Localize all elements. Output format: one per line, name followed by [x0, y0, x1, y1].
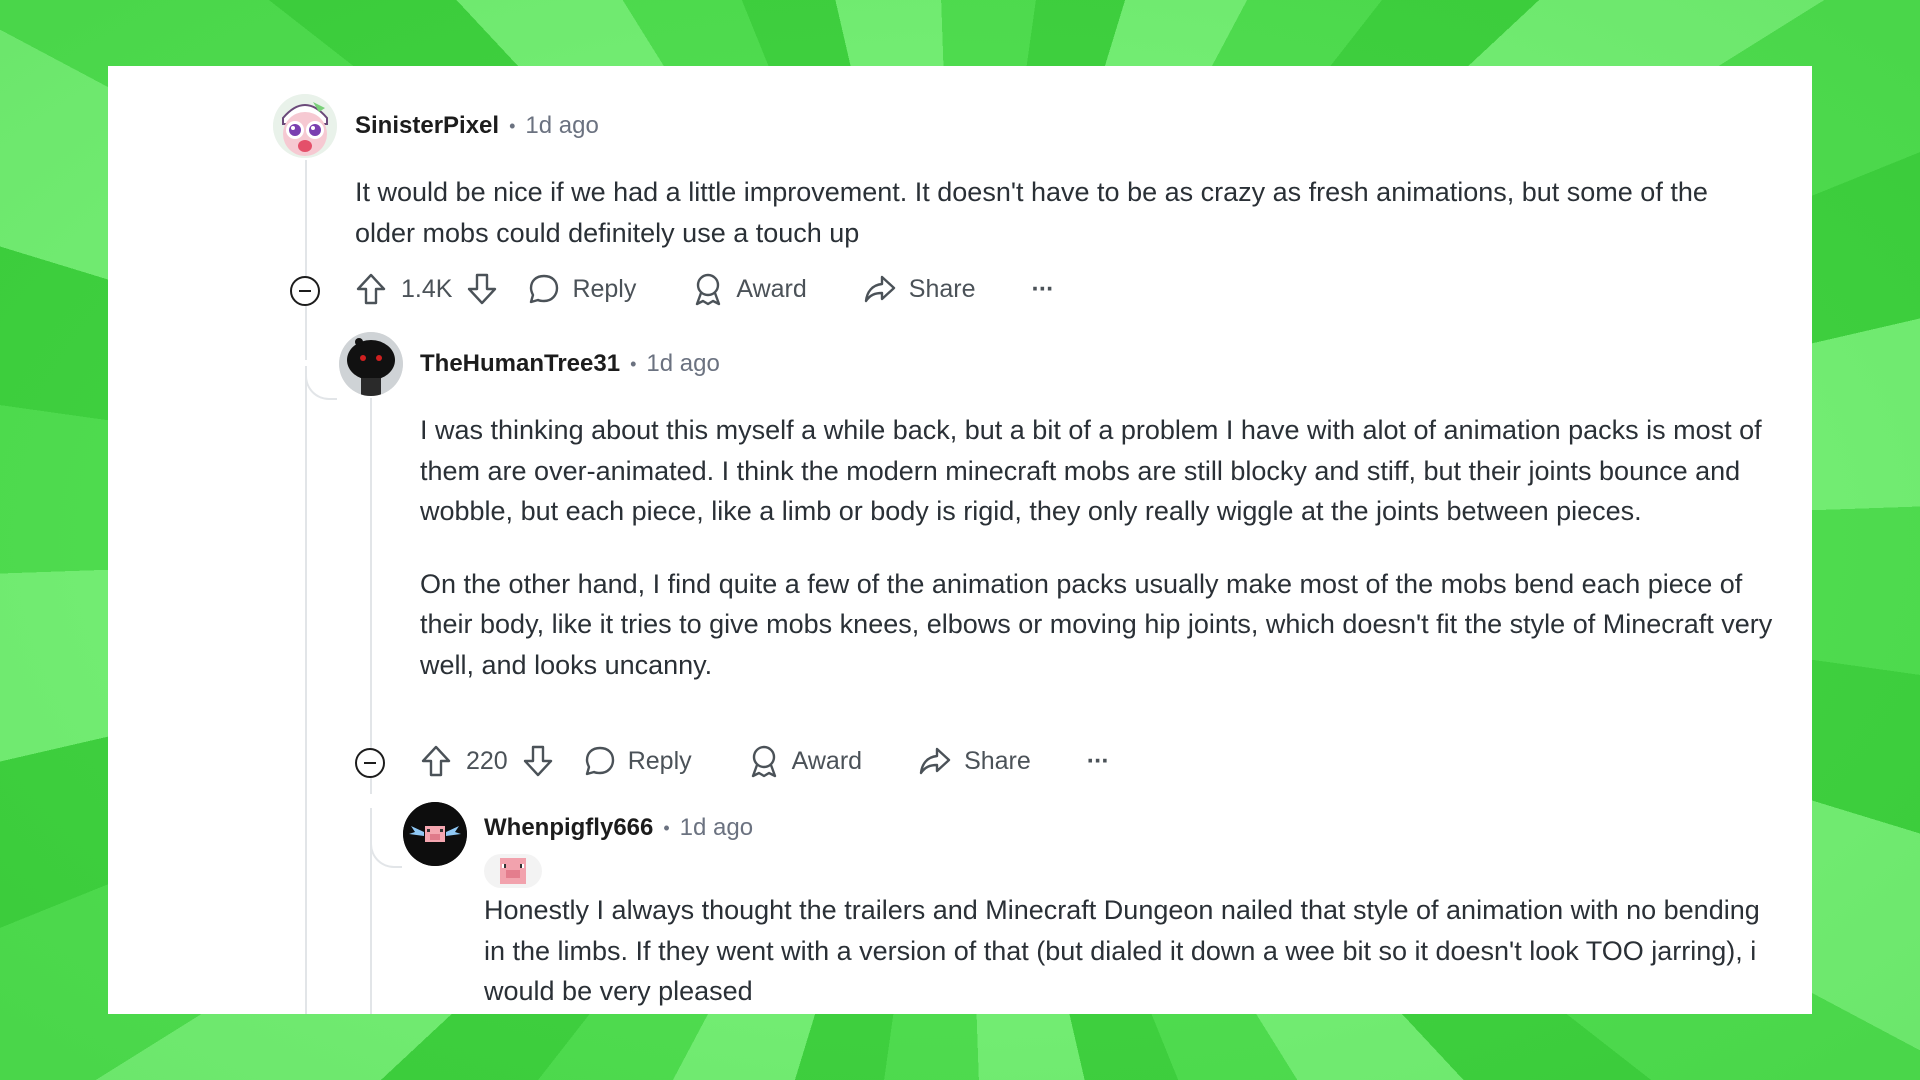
avatar[interactable]	[273, 94, 337, 158]
collapse-thread-button[interactable]	[355, 748, 385, 778]
upvote-button[interactable]	[355, 272, 387, 306]
branch-connector	[305, 366, 337, 400]
upvote-arrow-icon	[356, 273, 386, 305]
username[interactable]: SinisterPixel	[355, 112, 499, 140]
downvote-arrow-icon	[523, 745, 552, 777]
timestamp[interactable]: 1d ago	[646, 350, 719, 378]
reply-label: Reply	[627, 746, 692, 775]
user-flair	[484, 854, 542, 888]
thread-line-level-1-continued[interactable]	[305, 374, 307, 1014]
more-options-icon: ···	[1086, 746, 1110, 775]
comment-header: Whenpigfly666 • 1d ago	[484, 814, 753, 842]
downvote-arrow-icon	[468, 273, 497, 305]
separator-dot: •	[663, 817, 670, 838]
award-ribbon-icon	[696, 273, 721, 306]
comment-paragraph: Honestly I always thought the trailers a…	[484, 895, 1760, 1006]
comment-body: It would be nice if we had a little impr…	[355, 172, 1755, 253]
reply-button[interactable]: Reply	[584, 745, 692, 777]
share-arrow-icon	[864, 275, 895, 303]
downvote-button[interactable]	[466, 272, 498, 306]
comment-paragraph: On the other hand, I find quite a few of…	[420, 568, 1773, 680]
pig-face-icon	[500, 858, 526, 884]
comment-body: Honestly I always thought the trailers a…	[484, 890, 1784, 1012]
vote-count: 1.4K	[401, 274, 453, 303]
comment-body: I was thinking about this myself a while…	[420, 410, 1790, 685]
avatar[interactable]	[403, 802, 467, 866]
thread-line-level-1[interactable]	[305, 160, 307, 360]
comment-actions: 1.4K Reply Award Share ···	[355, 272, 1055, 306]
branch-connector	[370, 836, 402, 868]
timestamp[interactable]: 1d ago	[525, 112, 598, 140]
username[interactable]: Whenpigfly666	[484, 814, 653, 842]
speech-bubble-icon	[585, 746, 614, 776]
speech-bubble-icon	[530, 274, 559, 304]
comment-paragraph: I was thinking about this myself a while…	[420, 415, 1762, 526]
share-button[interactable]: Share	[863, 273, 976, 305]
username[interactable]: TheHumanTree31	[420, 350, 620, 378]
comment-paragraph: It would be nice if we had a little impr…	[355, 177, 1708, 248]
award-ribbon-icon	[751, 745, 776, 778]
separator-dot: •	[630, 353, 637, 374]
award-label: Award	[736, 274, 807, 303]
separator-dot: •	[509, 115, 516, 136]
reply-button[interactable]: Reply	[528, 273, 636, 305]
more-options-icon: ···	[1031, 274, 1055, 303]
flying-pig-icon	[403, 802, 467, 866]
award-label: Award	[791, 746, 863, 775]
avatar[interactable]	[339, 332, 403, 396]
comment-header: SinisterPixel • 1d ago	[355, 112, 599, 140]
share-label: Share	[964, 746, 1031, 775]
share-button[interactable]: Share	[918, 745, 1031, 777]
comment-header: TheHumanTree31 • 1d ago	[420, 350, 720, 378]
more-options-button[interactable]: ···	[1086, 746, 1110, 776]
share-label: Share	[908, 274, 976, 303]
upvote-button[interactable]	[420, 744, 452, 778]
more-options-button[interactable]: ···	[1031, 274, 1055, 304]
award-button[interactable]: Award	[748, 744, 862, 778]
share-arrow-icon	[919, 747, 951, 775]
award-button[interactable]: Award	[692, 272, 807, 306]
downvote-button[interactable]	[522, 744, 554, 778]
reply-label: Reply	[572, 274, 637, 303]
comment-thread-card: SinisterPixel • 1d ago It would be nice …	[108, 66, 1812, 1014]
upvote-arrow-icon	[421, 745, 451, 777]
avatar-character-icon	[273, 94, 337, 158]
thread-line-level-2[interactable]	[370, 398, 372, 794]
timestamp[interactable]: 1d ago	[680, 814, 753, 842]
comment-actions: 220 Reply Award Share ···	[420, 744, 1110, 778]
collapse-thread-button[interactable]	[290, 276, 320, 306]
vote-count: 220	[466, 746, 508, 775]
avatar-character-icon	[339, 332, 403, 396]
